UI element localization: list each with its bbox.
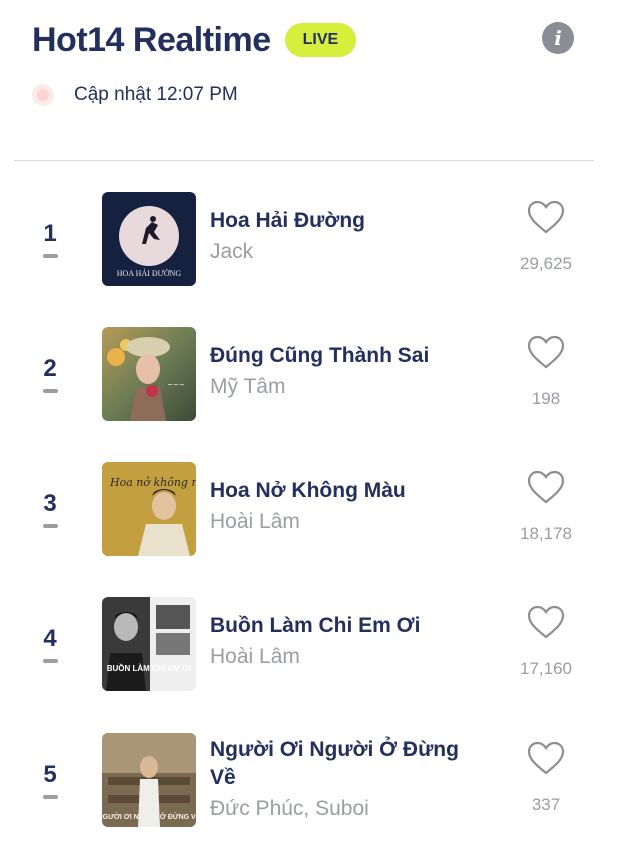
song-row[interactable]: 1 HOA HẢI ĐƯỜNG Hoa Hải Đường Jack 29,62… <box>0 192 620 292</box>
cover-text: HOA HẢI ĐƯỜNG <box>117 268 182 278</box>
album-cover[interactable]: Hoa nở không màu <box>102 462 196 556</box>
rank-number: 2 <box>43 355 57 382</box>
page-title: Hot14 Realtime <box>32 20 271 59</box>
song-row[interactable]: 4 BUỒN LÀM CHI EM ƠI Buồn Làm Chi Em Ơi … <box>0 597 620 697</box>
song-title[interactable]: Đúng Cũng Thành Sai <box>210 342 490 370</box>
rank-unchanged-icon <box>43 524 58 528</box>
cover-text: BUỒN LÀM CHI EM ƠI <box>107 663 192 673</box>
album-cover[interactable]: HOA HẢI ĐƯỜNG <box>102 192 196 286</box>
song-title[interactable]: Người Ơi Người Ở Đừng Về <box>210 736 490 792</box>
svg-text:~~~: ~~~ <box>167 381 185 389</box>
divider <box>14 160 594 161</box>
heart-icon[interactable] <box>526 603 566 643</box>
updated-time: Cập nhật 12:07 PM <box>74 84 238 105</box>
song-row[interactable]: 5 NGƯỜI ƠI NGƯỜI Ở ĐỪNG VỀ Người Ơi Ngườ… <box>0 733 620 833</box>
album-cover[interactable]: ~~~ <box>102 327 196 421</box>
song-title[interactable]: Hoa Nở Không Màu <box>210 477 490 505</box>
rank-unchanged-icon <box>43 795 58 799</box>
live-badge: LIVE <box>284 23 357 57</box>
info-icon[interactable]: i <box>542 22 574 54</box>
heart-icon[interactable] <box>526 468 566 508</box>
like-count: 29,625 <box>520 254 572 273</box>
song-title[interactable]: Hoa Hải Đường <box>210 207 490 235</box>
rank-number: 3 <box>43 490 57 517</box>
like-count: 17,160 <box>520 659 572 678</box>
album-cover[interactable]: BUỒN LÀM CHI EM ƠI <box>102 597 196 691</box>
update-status: Cập nhật 12:07 PM <box>32 84 238 106</box>
rank-number: 5 <box>43 761 57 788</box>
rank-unchanged-icon <box>43 659 58 663</box>
heart-icon[interactable] <box>526 333 566 373</box>
heart-icon[interactable] <box>526 739 566 779</box>
song-row[interactable]: 3 Hoa nở không màu Hoa Nở Không Màu Hoài… <box>0 462 620 562</box>
artist-name[interactable]: Hoài Lâm <box>210 645 300 669</box>
song-row[interactable]: 2 ~~~ Đúng Cũng Thành Sai Mỹ Tâm 198 <box>0 327 620 427</box>
header: Hot14 Realtime LIVE <box>32 18 357 62</box>
song-title[interactable]: Buồn Làm Chi Em Ơi <box>210 612 490 640</box>
like-count: 198 <box>531 389 561 408</box>
live-dot-icon <box>32 84 54 106</box>
like-count: 18,178 <box>520 524 572 543</box>
rank-unchanged-icon <box>43 389 58 393</box>
rank-number: 4 <box>43 625 57 652</box>
heart-icon[interactable] <box>526 198 566 238</box>
like-count: 337 <box>531 795 561 814</box>
artist-name[interactable]: Hoài Lâm <box>210 510 300 534</box>
album-cover[interactable]: NGƯỜI ƠI NGƯỜI Ở ĐỪNG VỀ <box>102 733 196 827</box>
artist-name[interactable]: Mỹ Tâm <box>210 375 285 399</box>
rank-unchanged-icon <box>43 254 58 258</box>
artist-name[interactable]: Đức Phúc, Suboi <box>210 797 369 821</box>
rank-number: 1 <box>43 220 57 247</box>
cover-text: Hoa nở không màu <box>109 476 196 489</box>
artist-name[interactable]: Jack <box>210 240 253 264</box>
